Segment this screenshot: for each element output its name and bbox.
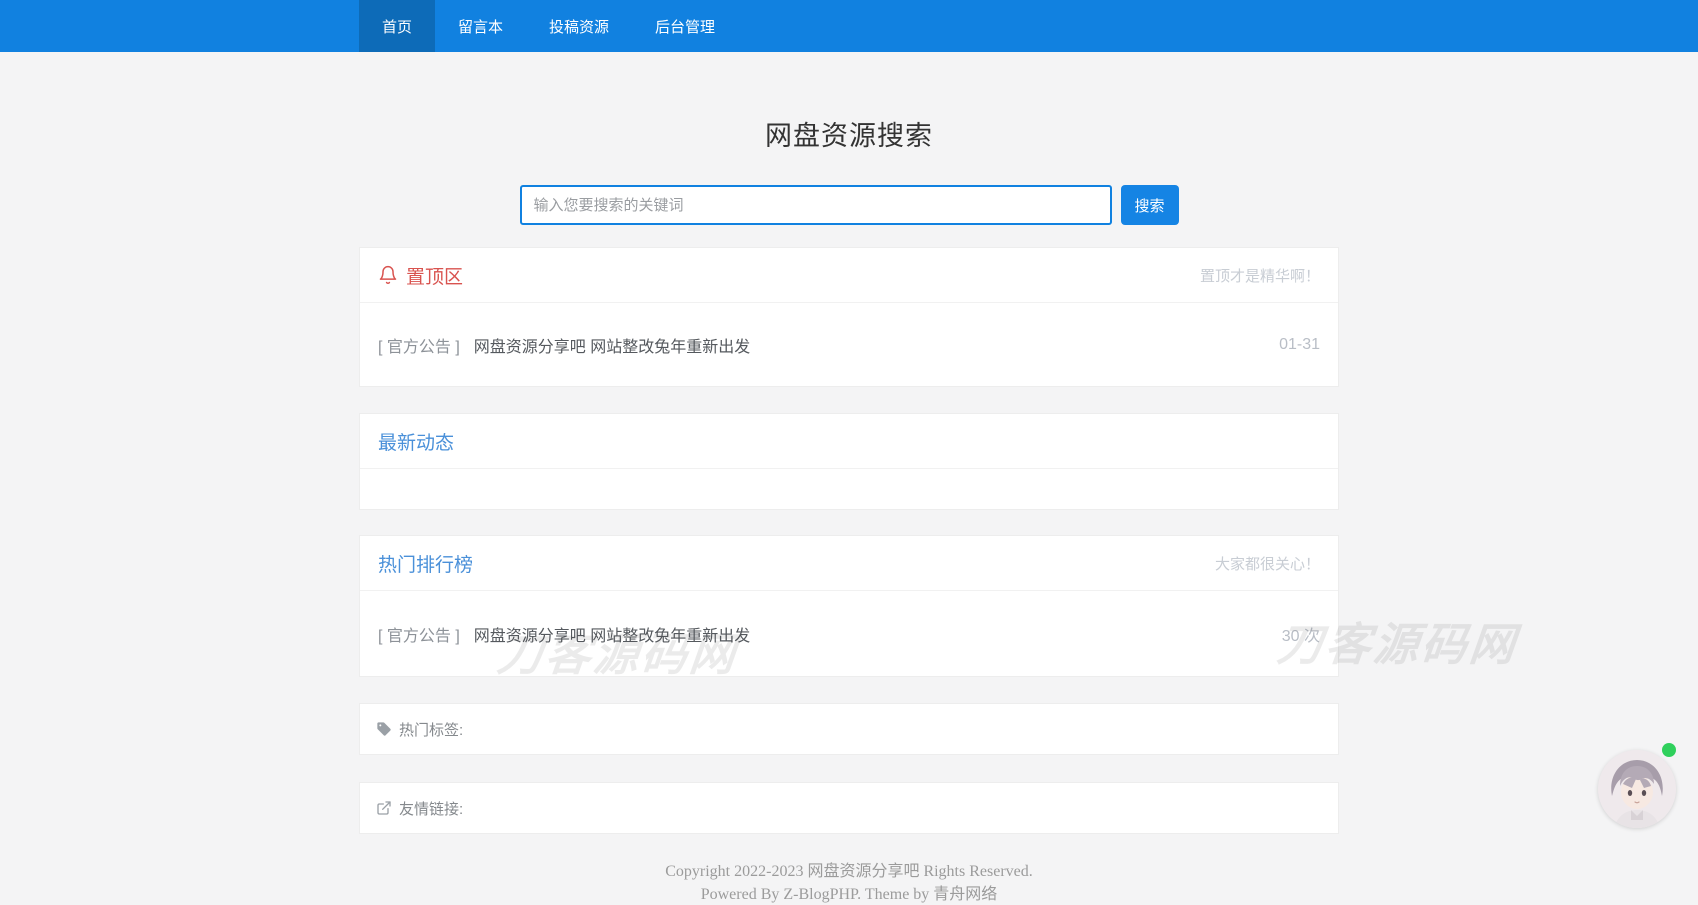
post-category: [ 官方公告 ]	[378, 622, 460, 646]
bell-icon	[378, 265, 398, 285]
pinned-list-item: [ 官方公告 ] 网盘资源分享吧 网站整改兔年重新出发 01-31	[360, 303, 1338, 386]
latest-section-card: 最新动态	[359, 413, 1339, 510]
search-bar: 搜索	[0, 185, 1698, 225]
nav-item-admin[interactable]: 后台管理	[632, 0, 738, 52]
online-status-dot	[1662, 743, 1676, 757]
external-link-icon	[376, 800, 392, 816]
page: 首页 留言本 投稿资源 后台管理 网盘资源搜索 搜索 置顶区	[0, 0, 1698, 905]
main-container: 置顶区 置顶才是精华啊！ [ 官方公告 ] 网盘资源分享吧 网站整改兔年重新出发…	[359, 247, 1339, 905]
hot-section-header: 热门排行榜 大家都很关心！	[360, 536, 1338, 591]
latest-section-header: 最新动态	[360, 414, 1338, 469]
navbar-inner: 首页 留言本 投稿资源 后台管理	[359, 0, 1339, 52]
friend-links-label: 友情链接:	[399, 798, 463, 819]
pinned-section-title: 置顶区	[406, 262, 463, 289]
latest-section-title: 最新动态	[378, 428, 454, 455]
avatar[interactable]	[1598, 750, 1676, 828]
tag-icon	[376, 721, 392, 737]
nav-item-guestbook[interactable]: 留言本	[435, 0, 526, 52]
post-category: [ 官方公告 ]	[378, 333, 460, 357]
page-title: 网盘资源搜索	[0, 114, 1698, 153]
pinned-section-header: 置顶区 置顶才是精华啊！	[360, 248, 1338, 303]
top-navbar: 首页 留言本 投稿资源 后台管理	[0, 0, 1698, 52]
nav-item-submit-resources[interactable]: 投稿资源	[526, 0, 632, 52]
post-date: 01-31	[1279, 336, 1320, 354]
view-count: 30 次	[1282, 622, 1320, 646]
footer-copyright: Copyright 2022-2023 网盘资源分享吧 Rights Reser…	[359, 860, 1339, 883]
search-button[interactable]: 搜索	[1121, 185, 1179, 225]
latest-empty-row	[360, 469, 1338, 509]
footer-powered-by: Powered By Z-BlogPHP. Theme by 青舟网络	[359, 883, 1339, 905]
hot-section-card: 热门排行榜 大家都很关心！ [ 官方公告 ] 网盘资源分享吧 网站整改兔年重新出…	[359, 535, 1339, 677]
pinned-section-card: 置顶区 置顶才是精华啊！ [ 官方公告 ] 网盘资源分享吧 网站整改兔年重新出发…	[359, 247, 1339, 387]
hot-tags-label: 热门标签:	[399, 719, 463, 740]
post-title-link[interactable]: 网盘资源分享吧 网站整改兔年重新出发	[474, 333, 750, 357]
post-title-link[interactable]: 网盘资源分享吧 网站整改兔年重新出发	[474, 622, 750, 646]
hot-section-title: 热门排行榜	[378, 550, 473, 577]
nav-item-home[interactable]: 首页	[359, 0, 435, 52]
footer: Copyright 2022-2023 网盘资源分享吧 Rights Reser…	[359, 860, 1339, 905]
hot-tags-bar: 热门标签:	[359, 703, 1339, 755]
hot-section-subtitle: 大家都很关心！	[1215, 553, 1320, 574]
search-input[interactable]	[520, 185, 1112, 225]
hot-list-item: [ 官方公告 ] 网盘资源分享吧 网站整改兔年重新出发 30 次	[360, 591, 1338, 676]
friend-links-bar: 友情链接:	[359, 782, 1339, 834]
chat-avatar-widget[interactable]	[1598, 750, 1676, 828]
pinned-section-subtitle: 置顶才是精华啊！	[1200, 265, 1320, 286]
